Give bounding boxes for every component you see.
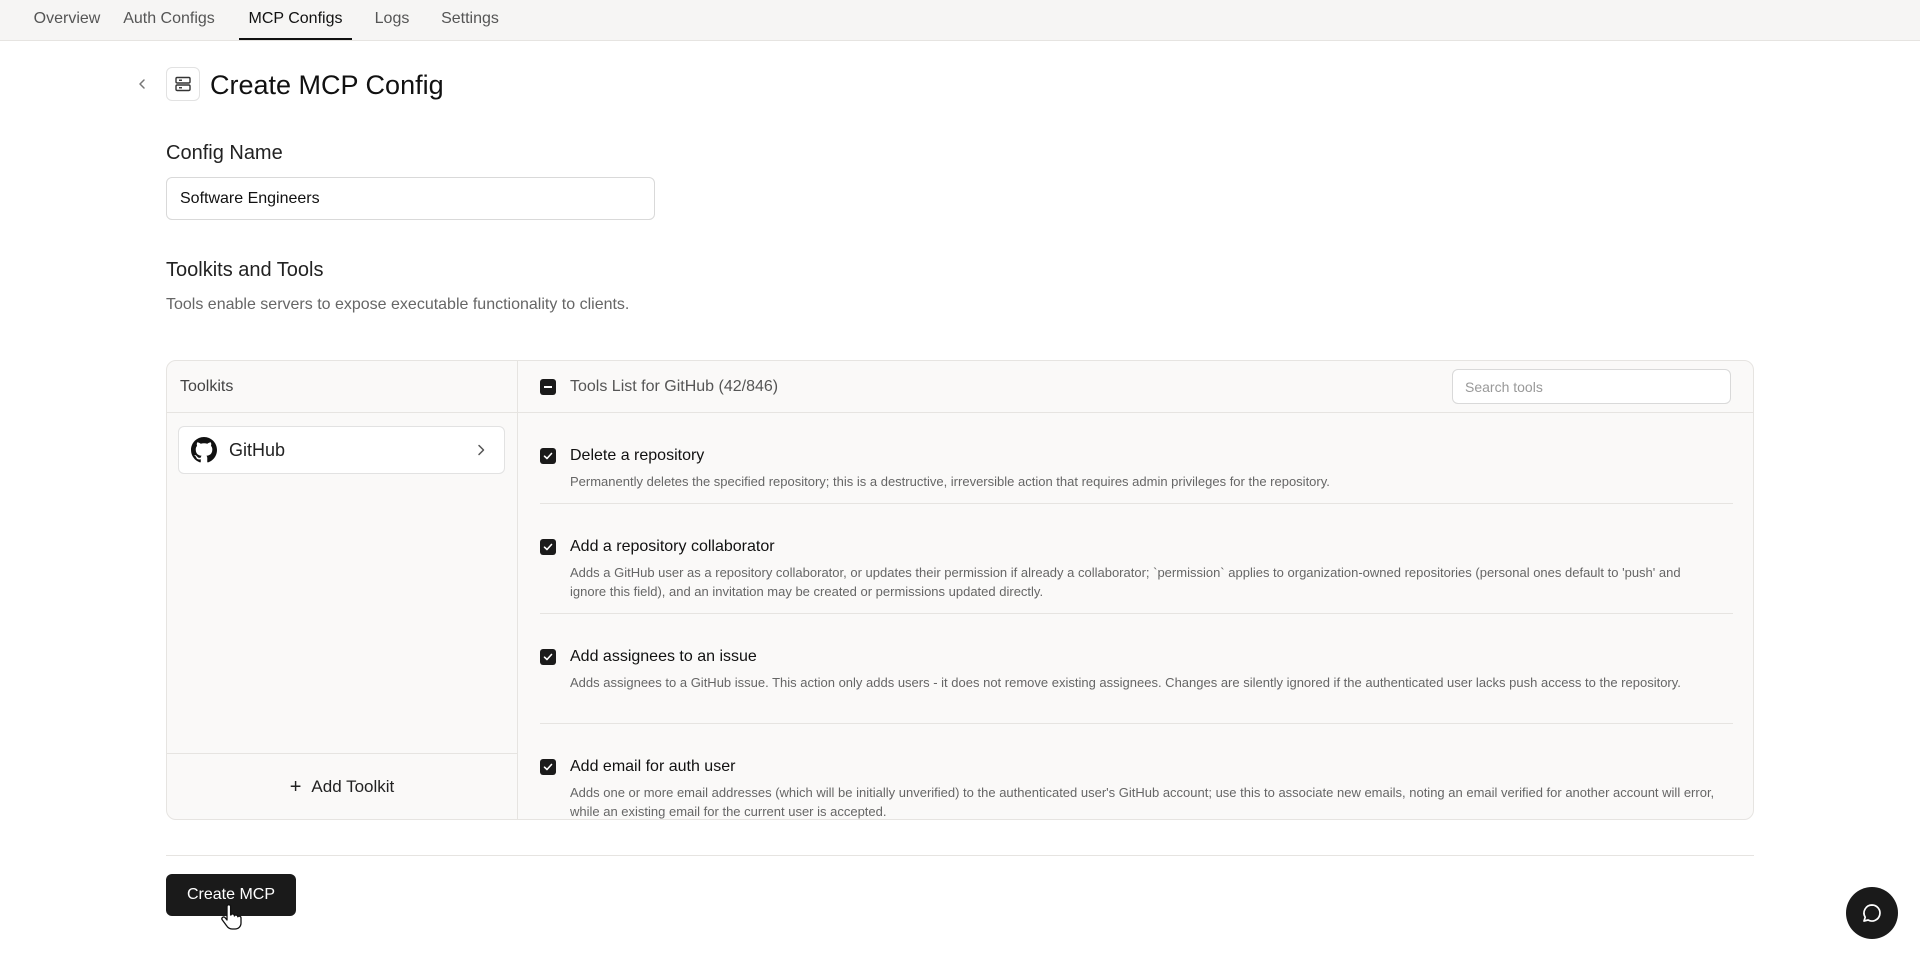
select-all-checkbox[interactable] <box>540 379 556 395</box>
add-toolkit-button[interactable]: + Add Toolkit <box>290 777 395 797</box>
check-icon <box>543 452 553 460</box>
tools-header: Tools List for GitHub (42/846) <box>518 361 1753 413</box>
tool-description: Adds one or more email addresses (which … <box>570 785 1715 819</box>
toolkits-heading: Toolkits <box>167 361 517 413</box>
tool-item: Add email for auth user Adds one or more… <box>540 757 1733 819</box>
divider <box>540 503 1733 504</box>
divider <box>166 855 1754 856</box>
toolkit-item-github[interactable]: GitHub <box>178 426 505 474</box>
check-icon <box>543 763 553 771</box>
tab-settings[interactable]: Settings <box>439 0 501 40</box>
toolkit-item-label: GitHub <box>229 439 286 460</box>
plus-icon: + <box>289 775 302 798</box>
tool-item: Delete a repository Permanently deletes … <box>540 446 1733 506</box>
tab-overview[interactable]: Overview <box>21 0 113 40</box>
divider <box>540 723 1733 724</box>
config-name-input[interactable] <box>166 177 655 220</box>
tool-description: Adds assignees to a GitHub issue. This a… <box>570 675 1681 690</box>
chevron-left-icon <box>139 79 145 89</box>
top-nav: Overview Auth Configs MCP Configs Logs S… <box>0 0 1920 41</box>
tab-logs[interactable]: Logs <box>373 0 411 40</box>
tools-heading: Tools List for GitHub (42/846) <box>570 378 779 395</box>
server-icon <box>166 67 200 101</box>
tab-mcp-configs[interactable]: MCP Configs <box>239 0 352 40</box>
tool-checkbox[interactable] <box>540 649 556 665</box>
tool-checkbox[interactable] <box>540 448 556 464</box>
toolkits-footer: + Add Toolkit <box>167 753 517 819</box>
github-icon <box>191 437 217 463</box>
tools-column: Tools List for GitHub (42/846) Delete a … <box>518 361 1753 819</box>
tool-name: Add assignees to an issue <box>570 648 757 665</box>
config-name-label: Config Name <box>166 142 283 164</box>
chat-bubble-icon <box>1863 904 1881 922</box>
section-title: Toolkits and Tools <box>166 259 324 281</box>
toolkits-column: Toolkits GitHub + Add Toolkit <box>167 361 518 819</box>
hand-cursor-icon <box>221 904 242 930</box>
divider <box>540 613 1733 614</box>
toolkits-panel: Toolkits GitHub + Add Toolkit Tools List… <box>166 360 1754 820</box>
tab-auth-configs[interactable]: Auth Configs <box>121 0 217 40</box>
tool-item: Add a repository collaborator Adds a Git… <box>540 537 1733 617</box>
tool-description: Permanently deletes the specified reposi… <box>570 474 1330 489</box>
back-button[interactable] <box>132 74 152 94</box>
page-title: Create MCP Config <box>210 70 444 100</box>
section-description: Tools enable servers to expose executabl… <box>166 296 630 313</box>
tool-name: Delete a repository <box>570 447 705 464</box>
tool-checkbox[interactable] <box>540 539 556 555</box>
check-icon <box>543 653 553 661</box>
chat-button[interactable] <box>1846 887 1898 939</box>
tool-name: Add email for auth user <box>570 758 736 775</box>
add-toolkit-label: Add Toolkit <box>311 776 395 796</box>
search-tools-input[interactable] <box>1452 369 1731 404</box>
check-icon <box>543 543 553 551</box>
tool-description: Adds a GitHub user as a repository colla… <box>570 565 1681 599</box>
tool-name: Add a repository collaborator <box>570 538 775 555</box>
chevron-right-icon <box>478 444 485 456</box>
tool-item: Add assignees to an issue Adds assignees… <box>540 647 1733 727</box>
tool-checkbox[interactable] <box>540 759 556 775</box>
